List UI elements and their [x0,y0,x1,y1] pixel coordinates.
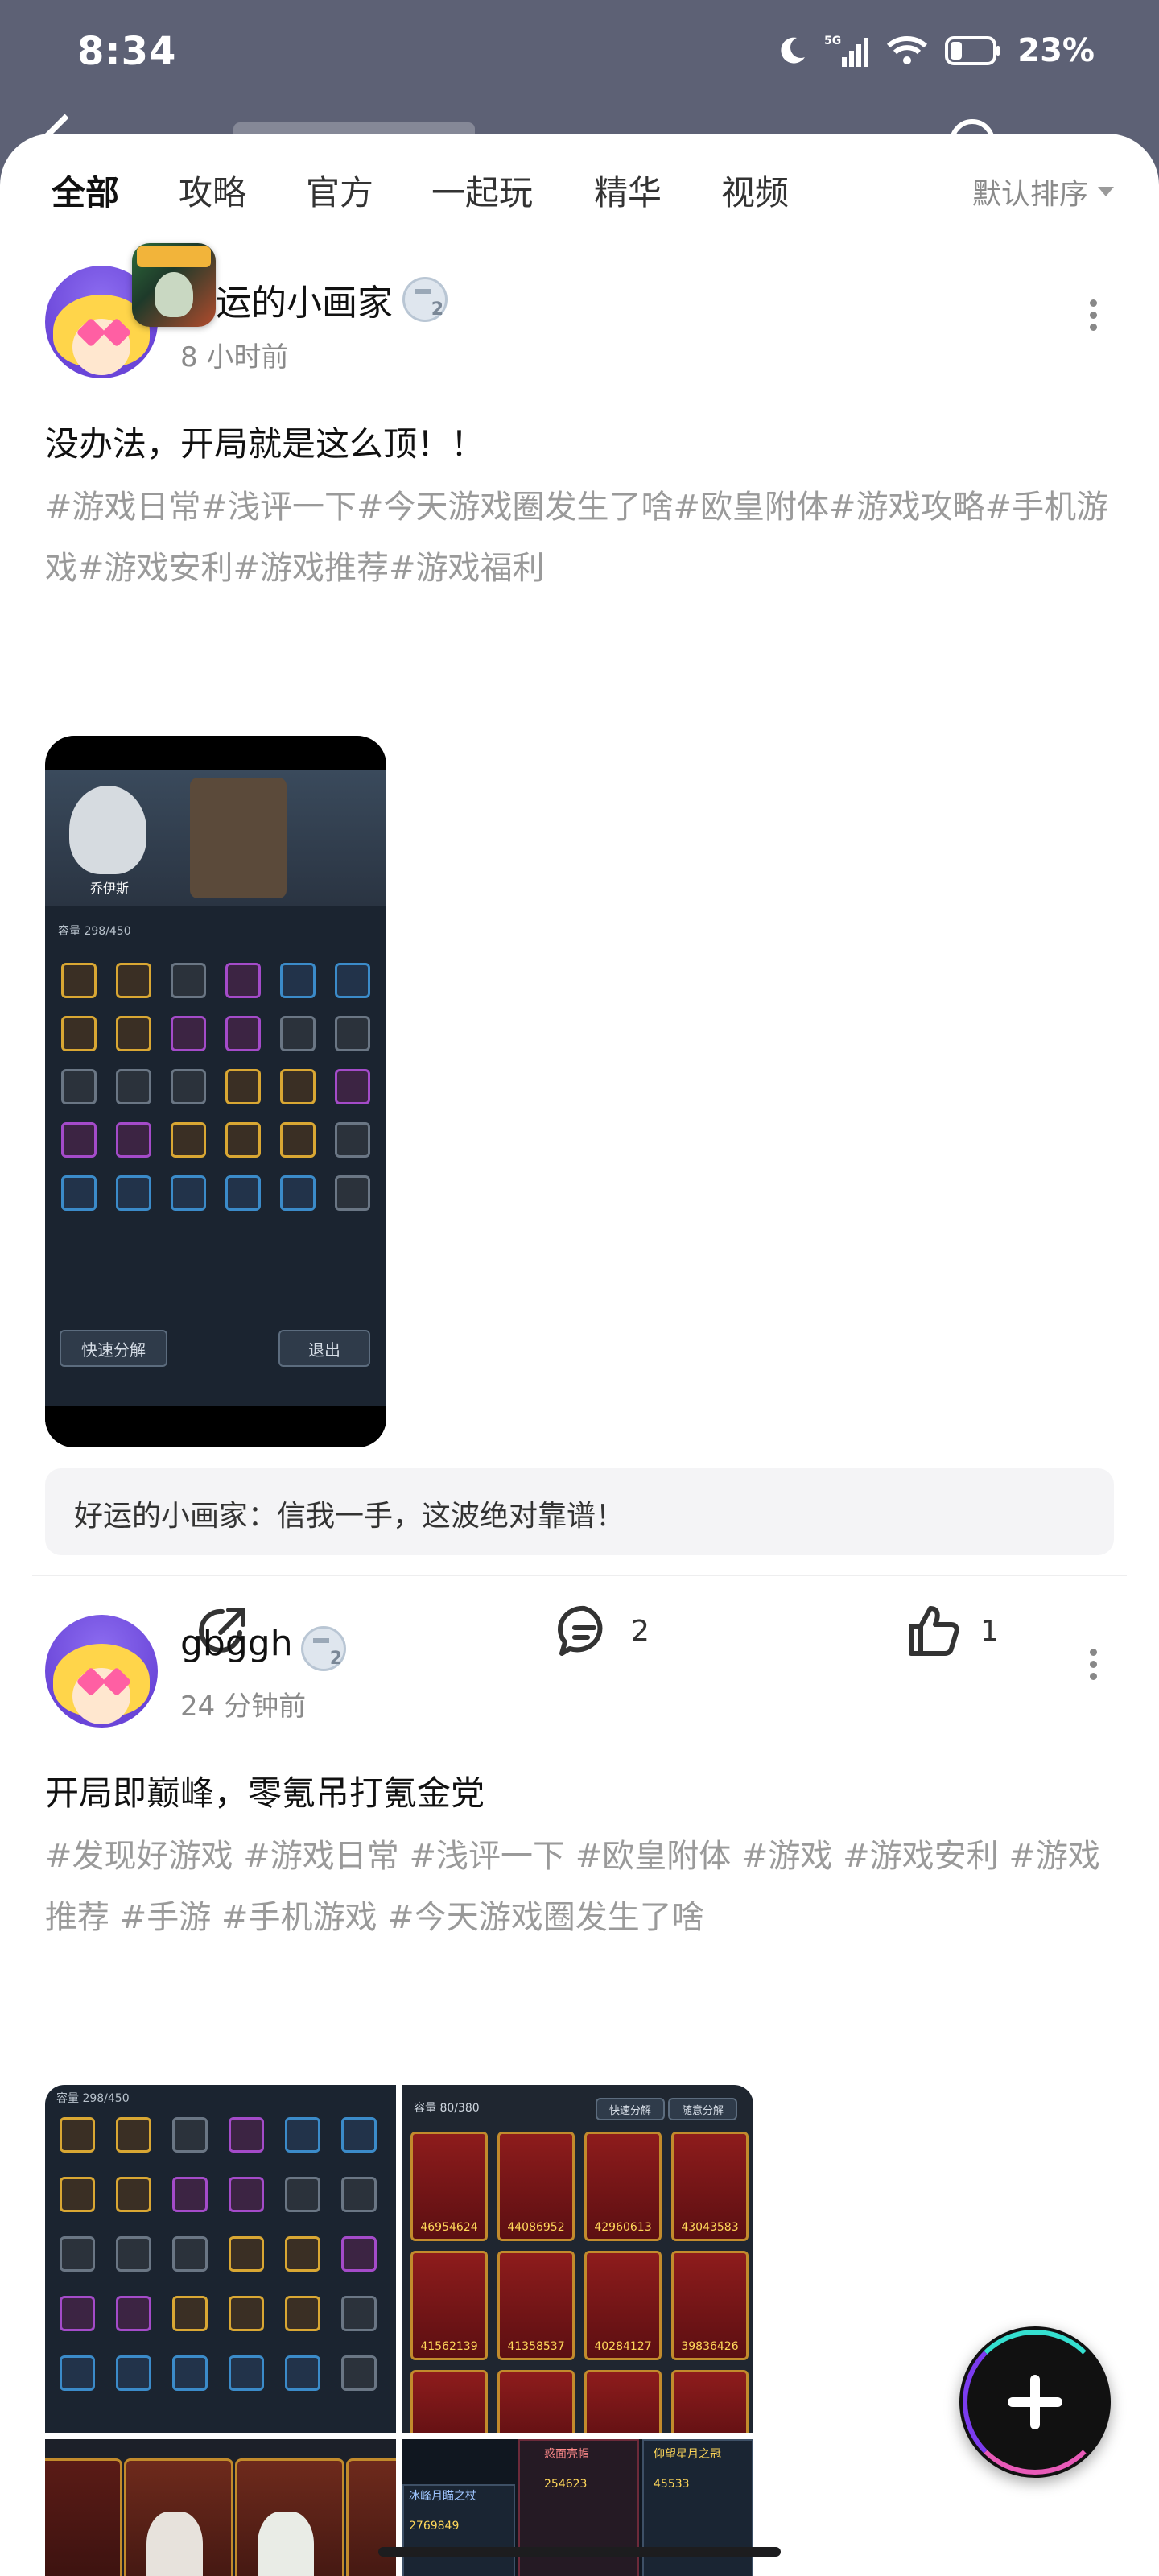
post-image-grid: 容量 298/450 容量 80/380 快速分解 随意分解 46954624 … [45,2085,753,2576]
item-title: 惑面壳帽 [544,2448,589,2461]
item-value: 254623 [544,2478,588,2491]
plus-icon [1030,2375,1040,2429]
status-bar: 8:34 5G 23% [0,0,1159,105]
app-icon-face [155,272,193,317]
hero-card-grid: 46954624 44086952 42960613 43043583 4156… [410,2132,749,2433]
capacity-label: 容量 298/450 [58,925,131,938]
like-count: 1 [980,1614,999,1648]
quick-decompose-button[interactable]: 快速分解 [596,2098,665,2120]
post-title[interactable]: 没办法，开局就是这么顶！！ [45,417,485,466]
comment-count: 2 [631,1614,650,1648]
post-time: 24 分钟前 [180,1690,307,1723]
status-icons: 5G 23% [776,32,1095,69]
quick-decompose-button[interactable]: 快速分解 [60,1330,167,1367]
power-value: 41562139 [420,2340,478,2353]
comment-text: 好运的小画家：信我一手，这波绝对靠谱！ [74,1500,625,1533]
tab-guides[interactable]: 攻略 [179,166,246,215]
inventory-grid [60,2117,377,2391]
post-image[interactable]: 容量 80/380 快速分解 随意分解 46954624 44086952 42… [402,2085,753,2433]
post-tags[interactable]: #发现好游戏 #游戏日常 #浅评一下 #欧皇附体 #游戏 #游戏安利 #游戏推荐… [45,1826,1116,1948]
more-options-icon[interactable] [1088,295,1098,343]
post-time: 8 小时前 [180,341,289,374]
inventory-panel: 容量 298/450 快速分解 退出 [45,906,386,1406]
level-badge: 2 [301,1626,346,1671]
level-number: 2 [431,299,443,320]
feed-sheet: 全部 攻略 官方 一起玩 精华 视频 默认排序 好运的小画家 2 8 小时前 没… [0,134,1159,2576]
post-tags[interactable]: #游戏日常#浅评一下#今天游戏圈发生了啥#欧皇附体#游戏攻略#手机游戏#游戏安利… [45,477,1116,599]
character-name: 乔伊斯 [90,881,130,896]
level-badge-icon [415,289,431,305]
post-title[interactable]: 开局即巅峰，零氪吊打氪金党 [45,1766,485,1815]
create-post-button[interactable] [959,2326,1111,2478]
power-value: 40284127 [594,2340,652,2353]
like-button[interactable]: 1 [905,1602,999,1660]
app-icon-banner [137,246,211,267]
category-tabs: 全部 攻略 官方 一起玩 精华 视频 默认排序 [0,166,1159,246]
battery-percent: 23% [1017,32,1095,69]
power-value: 39836426 [681,2340,739,2353]
exit-button[interactable]: 退出 [278,1330,370,1367]
sort-label: 默认排序 [971,178,1088,211]
tab-label: 全部 [52,173,120,213]
more-options-icon[interactable] [1088,1644,1098,1692]
power-value: 46954624 [420,2221,478,2234]
item-title: 冰峰月瞄之杖 [409,2490,476,2503]
level-number: 2 [329,1649,342,1669]
tab-official[interactable]: 官方 [306,166,373,215]
item-value: 45533 [654,2478,690,2491]
network-label: 5G [824,35,841,47]
avatar[interactable] [45,1615,158,1728]
power-value: 44086952 [507,2221,565,2234]
battery-icon [945,36,1000,65]
tab-featured[interactable]: 精华 [594,166,662,215]
level-badge: 2 [402,277,448,322]
comment-icon [558,1605,603,1656]
power-value: 43043583 [681,2221,739,2234]
status-time: 8:34 [77,29,177,74]
cellular-signal-icon: 5G [824,35,869,67]
sort-dropdown[interactable]: 默认排序 [972,171,1114,213]
username[interactable]: gbggh [180,1623,293,1664]
power-value: 41358537 [507,2340,565,2353]
phone-nav-bar [45,1406,386,1447]
character-banner: 乔伊斯 [45,770,386,906]
post-actions: 2 1 [0,1602,1159,1666]
moon-icon [781,37,806,64]
thumbs-up-icon [909,1606,959,1656]
comment-button[interactable]: 2 [555,1602,650,1660]
post-image[interactable]: 容量 298/450 [45,2085,396,2433]
caret-down-icon [1098,187,1114,196]
level-badge-icon [313,1638,329,1654]
post-divider [32,1575,1127,1576]
tab-play-together[interactable]: 一起玩 [431,166,533,215]
item-value: 2769849 [409,2520,460,2533]
tab-all[interactable]: 全部 [52,166,120,219]
post-image[interactable]: 6330 64903 53811 [45,2439,396,2576]
random-decompose-button[interactable]: 随意分解 [668,2098,737,2120]
game-app-icon[interactable] [132,243,216,327]
power-value: 42960613 [594,2221,652,2234]
capacity-label: 容量 298/450 [56,2092,130,2105]
item-title: 仰望星月之冠 [654,2448,721,2461]
wifi-icon [887,36,928,64]
tab-videos[interactable]: 视频 [721,166,789,215]
capacity-label: 容量 80/380 [414,2102,480,2115]
home-indicator[interactable] [378,2547,781,2557]
post-image[interactable]: 乔伊斯 容量 298/450 快速分解 退出 [45,736,386,1447]
top-comment[interactable]: 好运的小画家：信我一手，这波绝对靠谱！ [45,1468,1114,1555]
inventory-grid [61,963,370,1211]
